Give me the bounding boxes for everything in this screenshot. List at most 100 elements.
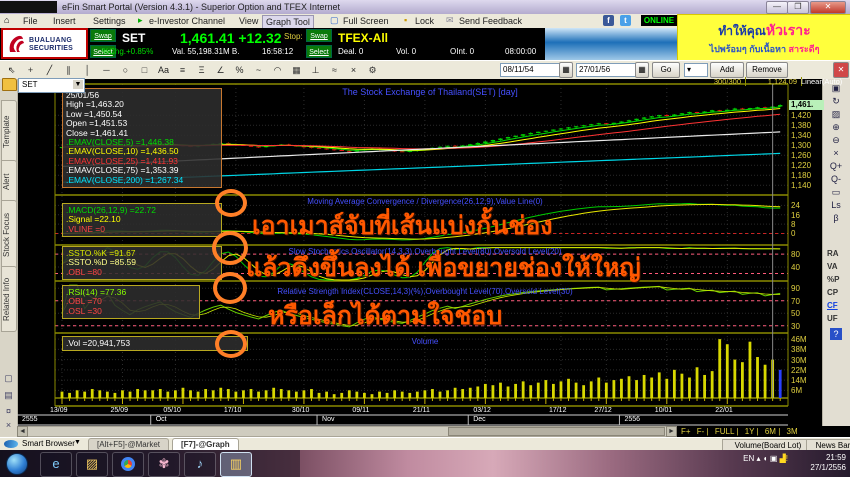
right-label-pp[interactable]: %P [827,275,839,284]
extension-tool[interactable]: Ξ [192,62,211,79]
parallel-lines-tool[interactable]: ∥ [59,62,78,79]
go-button[interactable]: Go [652,62,680,78]
pointer-tool[interactable]: ⇖ [2,62,21,79]
menu-full-screen[interactable]: Full Screen [340,15,392,27]
right-label-cf[interactable]: CF [827,301,838,310]
rectangle-tool[interactable]: □ [135,62,154,79]
home-icon[interactable]: ⌂ [4,15,9,25]
close-list-icon[interactable]: × [3,420,14,431]
symbol-folder-icon[interactable] [2,78,17,91]
sidebar-tab-template[interactable]: Template [1,100,17,164]
ie-icon[interactable]: e [40,452,72,477]
tfex-swap-button[interactable]: Swap [306,29,332,42]
add-button[interactable]: Add [710,62,744,78]
magnify-minus-icon[interactable]: Q- [825,173,847,185]
ellipse-tool[interactable]: ○ [116,62,135,79]
image-icon[interactable]: ▨ [825,108,847,120]
close-button[interactable]: ✕ [810,1,846,14]
save-icon[interactable]: ▤ [3,390,14,401]
media-icon[interactable]: ✾ [148,452,180,477]
chart-window-icon[interactable]: ▣ [825,82,847,94]
beta-icon[interactable]: β [825,212,847,224]
network-warning-icon[interactable]: ▟! [780,454,788,463]
new-icon[interactable]: ▢ [3,373,14,384]
delete-tool[interactable]: × [344,62,363,79]
fibonacci-tool[interactable]: ≡ [173,62,192,79]
chrome-icon[interactable] [112,452,144,477]
range-1y[interactable]: 1Y [745,427,755,436]
key-icon[interactable]: ¤ [3,406,14,417]
tfex-select-button[interactable]: Select [306,45,332,58]
help-icon[interactable]: ? [830,328,842,340]
remove-button[interactable]: Remove [746,62,788,78]
scroll-right-arrow[interactable]: ► [666,426,677,437]
grid-tool[interactable]: ▦ [287,62,306,79]
start-button[interactable] [6,453,28,475]
vertical-line-tool[interactable]: │ [78,62,97,79]
angle-tool[interactable]: ∠ [211,62,230,79]
date-from-field[interactable]: 08/11/54 [500,63,560,77]
settings-tool[interactable]: ⚙ [363,62,382,79]
clear-icon[interactable]: × [825,147,847,159]
trend-line-tool[interactable]: ╱ [40,62,59,79]
zoom-in-icon[interactable]: ⊕ [825,121,847,133]
efin-app-icon[interactable]: ▥ [220,452,252,477]
right-label-uf[interactable]: UF [827,314,838,323]
range-f-plus[interactable]: F+ [681,427,691,436]
menu-view[interactable]: View [236,15,261,27]
menu-settings[interactable]: Settings [90,15,129,27]
facebook-icon[interactable]: f [603,15,614,26]
explorer-icon[interactable]: ▨ [76,452,108,477]
twitter-icon[interactable]: t [620,15,631,26]
menu-lock[interactable]: Lock [412,15,437,27]
ruler-tool[interactable]: ⊥ [306,62,325,79]
zoom-out-icon[interactable]: ⊖ [825,134,847,146]
range-3m[interactable]: 3M [787,427,798,436]
percent-tool[interactable]: % [230,62,249,79]
arc-tool[interactable]: ◠ [268,62,287,79]
range-full[interactable]: FULL [715,427,734,436]
date-to-calendar-button[interactable]: ▦ [635,62,649,78]
language-indicator[interactable]: EN [743,454,754,463]
sidebar-tab-alert[interactable]: Alert [1,160,17,204]
right-label-va[interactable]: VA [827,262,838,271]
action-center-icon[interactable]: ▣ [770,454,778,463]
date-to-field[interactable]: 27/01/56 [576,63,636,77]
sidebar-tab-related-info[interactable]: Related Info [1,266,17,332]
symbol-combo[interactable]: SET ▼ [18,78,85,93]
magnify-plus-icon[interactable]: Q+ [825,160,847,172]
chevron-down-icon[interactable]: ▼ [73,80,83,89]
last-sale-icon[interactable]: Ls [825,199,847,211]
scroll-left-arrow[interactable]: ◄ [17,426,28,437]
smart-browser-dropdown[interactable]: ▼ [74,439,81,446]
chart-scrollbar-thumb[interactable] [448,427,665,436]
close-panel-button[interactable]: ✕ [833,62,849,78]
crosshair-tool[interactable]: + [21,62,40,79]
smart-browser-label[interactable]: Smart Browser [22,439,75,448]
pattern-tool[interactable]: ≈ [325,62,344,79]
wave-tool[interactable]: ~ [249,62,268,79]
refresh-icon[interactable]: ↻ [825,95,847,107]
range-f-minus[interactable]: F- [697,427,705,436]
music-icon[interactable]: ♪ [184,452,216,477]
range-6m[interactable]: 6M [765,427,776,436]
horizontal-line-tool[interactable]: ─ [97,62,116,79]
sidebar-tab-stock-focus[interactable]: Stock Focus [1,200,17,270]
right-label-ra[interactable]: RA [827,249,839,258]
volume-icon[interactable]: ◖ [763,454,768,463]
template-combo[interactable]: ▾ [684,63,708,77]
minimize-button[interactable]: — [766,1,788,14]
date-from-calendar-button[interactable]: ▦ [559,62,573,78]
monitor-icon[interactable]: ▭ [825,186,847,198]
menu-send-feedback[interactable]: Send Feedback [456,15,525,27]
menu-file[interactable]: File [20,15,41,27]
ad-banner[interactable]: ทำให้คุณหัวเราะ ไปพร้อมๆ กับเนื้อหา สาระ… [677,14,850,62]
right-label-cp[interactable]: CP [827,288,838,297]
menu-insert[interactable]: Insert [50,15,79,27]
menu-graph-tool[interactable]: Graph Tool [262,15,314,29]
set-swap-button[interactable]: Swap [90,29,116,42]
maximize-button[interactable]: ❐ [787,1,809,14]
taskbar-clock[interactable]: 21:59 27/1/2556 [810,453,846,473]
menu-e-investor[interactable]: e-Investor Channel [146,15,228,27]
text-tool[interactable]: Aa [154,62,173,79]
